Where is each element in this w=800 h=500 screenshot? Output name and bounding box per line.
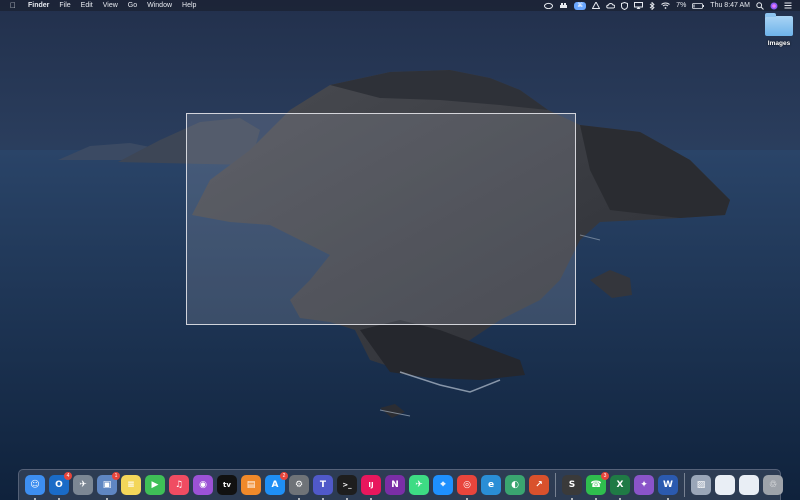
dock-item-android-studio[interactable]: ✈ <box>409 475 429 495</box>
dock-item-safari[interactable]: ⌖ <box>433 475 453 495</box>
dock-item-launchpad[interactable]: ✈ <box>73 475 93 495</box>
menu-edit[interactable]: Edit <box>81 0 93 11</box>
dock-item-window-thumbnail[interactable] <box>715 475 735 495</box>
dock-item-podcasts[interactable]: ◉ <box>193 475 213 495</box>
notification-badge: 3 <box>601 472 609 480</box>
dock-item-screen-capture[interactable]: ▨ <box>691 475 711 495</box>
word-icon: W <box>658 475 678 495</box>
siri-icon[interactable] <box>770 2 778 10</box>
dock-item-preview[interactable]: ▣ 1 <box>97 472 120 500</box>
chrome-icon: ◎ <box>457 475 477 495</box>
dock-item-finder[interactable]: ☺ <box>25 475 45 500</box>
sublime-text-icon: S <box>562 475 582 495</box>
screen-capture-icon: ▨ <box>691 475 711 495</box>
window-thumbnail-icon <box>715 475 735 495</box>
edge-icon: e <box>481 475 501 495</box>
notification-badge: 2 <box>280 472 288 480</box>
menu-file[interactable]: File <box>59 0 70 11</box>
notification-badge: 1 <box>112 472 120 480</box>
onenote-icon: N <box>385 475 405 495</box>
battery-icon[interactable] <box>692 2 705 9</box>
notification-center-icon[interactable] <box>784 2 792 9</box>
menu-window[interactable]: Window <box>147 0 172 11</box>
dock-item-window-thumbnail-2[interactable] <box>739 475 759 495</box>
terminal-icon: >_ <box>337 475 357 495</box>
dock-item-onenote[interactable]: N <box>385 475 405 495</box>
dock-item-excel[interactable]: X <box>610 475 630 500</box>
dock-item-sublime-text[interactable]: S <box>562 475 582 500</box>
menu-go[interactable]: Go <box>128 0 137 11</box>
dock-separator <box>684 473 685 497</box>
dock-item-notes[interactable]: ≡ <box>121 475 141 495</box>
dock-item-outlook[interactable]: O4 <box>49 472 72 500</box>
desktop-icon-label: Images <box>767 40 791 47</box>
dock: ☺ O 4 ✈ ▣ 1 ≡ ▶ ♫ ◉ tv ▤ A 2 ⚙ T >_ IJ N ✈ ⌖ ◎ e ◐ ↗ S ☎ 3 X ✦ W ▨ ♲ <box>18 469 783 500</box>
selection-rectangle <box>186 113 576 325</box>
teams-icon: T <box>313 475 333 495</box>
bluetooth-icon[interactable] <box>649 1 655 10</box>
excel-icon: X <box>610 475 630 495</box>
dock-item-word[interactable]: W <box>658 475 678 500</box>
status-badge[interactable]: ⌘ <box>574 1 587 10</box>
nova-icon: ✦ <box>634 475 654 495</box>
docker-icon[interactable] <box>559 2 568 9</box>
battery-percentage[interactable]: 7% <box>676 0 686 11</box>
podcasts-icon: ◉ <box>193 475 213 495</box>
desktop-folder-images[interactable]: Images <box>760 13 798 47</box>
wifi-icon[interactable] <box>661 2 671 9</box>
dock-item-network-radar[interactable]: ◐ <box>505 475 525 495</box>
menu-help[interactable]: Help <box>182 0 196 11</box>
dock-item-whatsapp[interactable]: ☎ 3 <box>586 472 609 500</box>
dock-item-nova[interactable]: ✦ <box>634 475 654 495</box>
dock-item-remote-desktop[interactable]: ↗ <box>529 475 549 495</box>
intellij-idea-icon: IJ <box>361 475 381 495</box>
spotlight-search-icon[interactable] <box>756 1 764 10</box>
menu-finder[interactable]: Finder <box>28 0 49 11</box>
dock-item-music[interactable]: ♫ <box>169 475 189 495</box>
dock-item-terminal[interactable]: >_ <box>337 475 357 500</box>
creative-cloud-icon[interactable] <box>544 2 554 9</box>
android-studio-icon: ✈ <box>409 475 429 495</box>
launchpad-icon: ✈ <box>73 475 93 495</box>
dock-item-app-store[interactable]: A2 <box>265 472 288 495</box>
tv-icon: tv <box>217 475 237 495</box>
safari-icon: ⌖ <box>433 475 453 495</box>
remote-desktop-icon: ↗ <box>529 475 549 495</box>
dock-separator <box>555 473 556 497</box>
apple-logo-icon[interactable]:  <box>8 0 18 11</box>
menu-clock[interactable]: Thu 8:47 AM <box>710 0 750 11</box>
facetime-icon: ▶ <box>145 475 165 495</box>
cloud-icon[interactable] <box>606 2 616 9</box>
music-icon: ♫ <box>169 475 189 495</box>
dock-item-teams[interactable]: T <box>313 475 333 500</box>
upload-icon[interactable] <box>592 2 601 9</box>
notification-badge: 4 <box>64 472 72 480</box>
airplay-icon[interactable] <box>634 2 644 9</box>
dock-item-system-preferences[interactable]: ⚙ <box>289 475 309 500</box>
dock-item-tv[interactable]: tv <box>217 475 237 495</box>
window-thumbnail-2-icon <box>739 475 759 495</box>
books-icon: ▤ <box>241 475 261 495</box>
notes-icon: ≡ <box>121 475 141 495</box>
finder-icon: ☺ <box>25 475 45 495</box>
dock-item-intellij-idea[interactable]: IJ <box>361 475 381 500</box>
system-preferences-icon: ⚙ <box>289 475 309 495</box>
dock-item-chrome[interactable]: ◎ <box>457 475 477 500</box>
dock-item-books[interactable]: ▤ <box>241 475 261 495</box>
menu-bar:  Finder File Edit View Go Window Help ⌘ <box>0 0 800 11</box>
network-radar-icon: ◐ <box>505 475 525 495</box>
dock-item-facetime[interactable]: ▶ <box>145 475 165 495</box>
trash-icon: ♲ <box>763 475 783 495</box>
menu-view[interactable]: View <box>103 0 118 11</box>
dock-item-trash[interactable]: ♲ <box>763 475 783 495</box>
shield-icon[interactable] <box>621 1 629 10</box>
dock-item-edge[interactable]: e <box>481 475 501 495</box>
folder-icon <box>765 13 793 36</box>
